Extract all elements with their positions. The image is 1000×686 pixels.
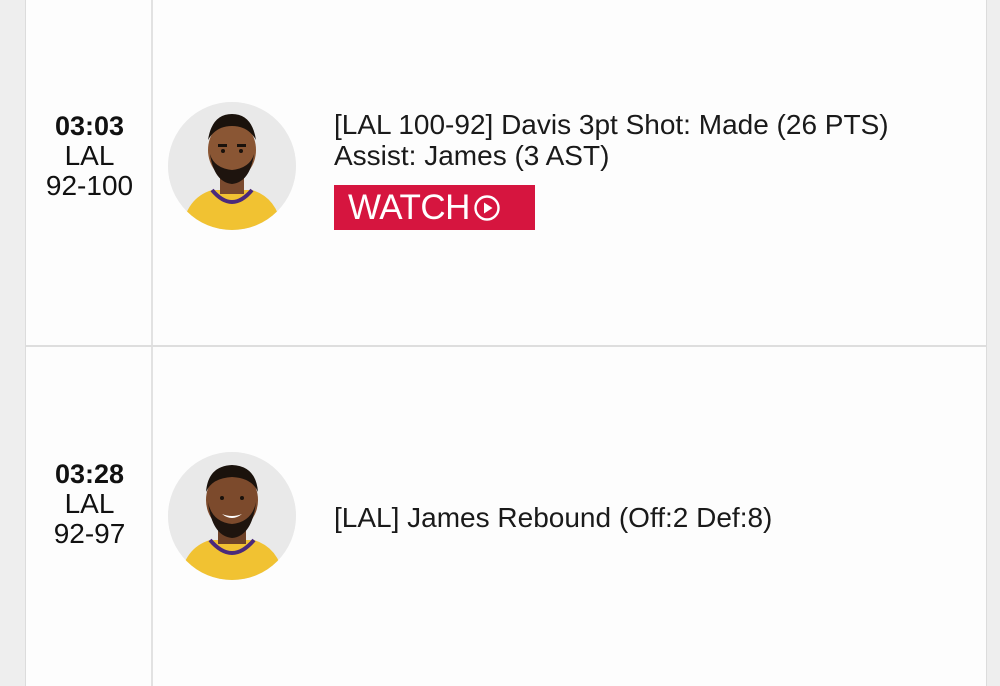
play-description-line: [LAL] James Rebound (Off:2 Def:8)	[334, 502, 773, 533]
play-description-line: [LAL 100-92] Davis 3pt Shot: Made (26 PT…	[334, 109, 889, 140]
team-abbreviation: LAL	[64, 140, 115, 171]
time-column: 03:03 LAL 92-100	[26, 0, 153, 345]
team-abbreviation: LAL	[64, 488, 115, 519]
score: 92-100	[45, 170, 134, 201]
play-row: 03:03 LAL 92-100 [LAL 100-92] Davis 3pt …	[26, 0, 986, 347]
player-headshot-davis	[168, 102, 296, 230]
player-headshot-james	[168, 452, 296, 580]
play-description: [LAL 100-92] Davis 3pt Shot: Made (26 PT…	[334, 109, 889, 171]
play-circle-icon	[473, 194, 501, 222]
game-clock: 03:03	[54, 111, 125, 141]
watch-button-label: WATCH	[348, 188, 470, 227]
play-description: [LAL] James Rebound (Off:2 Def:8)	[334, 502, 772, 533]
time-score-block: 03:03 LAL 92-100	[26, 111, 153, 201]
time-column: 03:28 LAL 92-97	[26, 347, 153, 686]
score: 92-97	[53, 518, 126, 549]
game-clock: 03:28	[54, 459, 125, 489]
play-description-line: Assist: James (3 AST)	[334, 140, 610, 171]
play-by-play-feed: 03:03 LAL 92-100 [LAL 100-92] Davis 3pt …	[25, 0, 987, 686]
play-row: 03:28 LAL 92-97 [LAL] James Rebound (Off…	[26, 347, 986, 686]
time-score-block: 03:28 LAL 92-97	[26, 459, 153, 549]
watch-button[interactable]: WATCH	[334, 185, 535, 230]
